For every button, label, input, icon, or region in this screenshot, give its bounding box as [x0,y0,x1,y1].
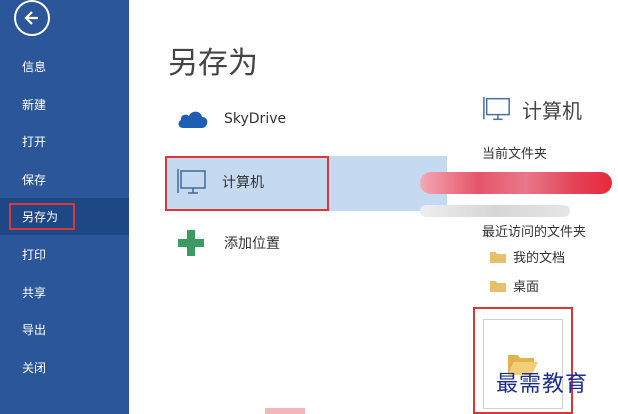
highlight-box [9,203,75,230]
computer-icon [177,169,206,194]
place-computer[interactable]: 计算机 [176,167,264,197]
folder-icon [490,281,506,292]
nav-close[interactable]: 关闭 [0,349,129,386]
blurred-folder-path [420,205,570,217]
nav-share[interactable]: 共享 [0,274,129,311]
folder-icon [490,252,506,263]
cloud-icon [178,111,208,128]
back-button[interactable] [14,0,50,36]
nav-new[interactable]: 新建 [0,86,129,123]
nav-open[interactable]: 打开 [0,123,129,160]
recent-folder-my-documents[interactable]: 我的文档 [490,247,565,266]
plus-icon [178,230,204,256]
nav-print[interactable]: 打印 [0,236,129,273]
cropped-annotation [265,408,305,414]
page-title: 另存为 [168,46,258,81]
back-arrow-icon [24,11,38,25]
computer-icon [483,96,510,121]
place-skydrive[interactable]: SkyDrive [176,108,286,130]
nav-save[interactable]: 保存 [0,161,129,198]
nav-info[interactable]: 信息 [0,48,129,85]
right-panel-heading: 计算机 [482,94,582,124]
nav-save-as[interactable]: 另存为 [0,198,129,235]
nav-export[interactable]: 导出 [0,311,129,348]
backstage-sidebar: 信息 新建 打开 保存 另存为 打印 共享 导出 关闭 [0,0,129,414]
recent-folder-desktop[interactable]: 桌面 [490,276,539,295]
current-folder-label: 当前文件夹 [482,147,548,162]
blurred-current-folder[interactable] [420,172,612,194]
place-add-location[interactable]: 添加位置 [176,228,280,258]
watermark-text: 最需教育 [496,372,589,397]
recent-folders-label: 最近访问的文件夹 [482,225,587,240]
